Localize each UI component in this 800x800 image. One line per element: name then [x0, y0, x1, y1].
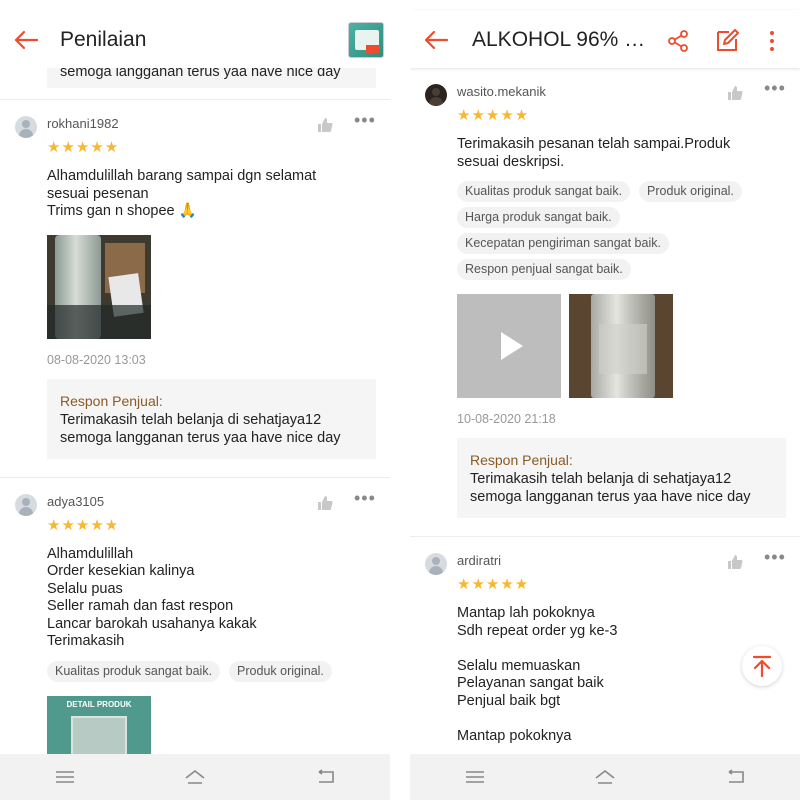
seller-reply-text: Terimakasih telah belanja di sehatjaya12… [60, 411, 341, 446]
page-title: Penilaian [60, 28, 147, 51]
partial-review: semoga langganan terus yaa have nice day [0, 68, 390, 100]
system-nav-bar [0, 754, 390, 800]
review-tag: Kecepatan pengiriman sangat baik. [457, 233, 669, 254]
status-bar [0, 0, 390, 10]
seller-reply-label: Respon Penjual: [60, 392, 163, 409]
review-photo[interactable] [47, 234, 151, 339]
review-media [47, 234, 376, 339]
thumbs-up-icon[interactable] [726, 553, 744, 571]
share-icon[interactable] [665, 28, 691, 54]
system-nav-bar [410, 754, 800, 800]
review-date: 10-08-2020 21:18 [457, 412, 556, 426]
star-rating: ★★★★★ [457, 107, 530, 124]
review-tag: Harga produk sangat baik. [457, 207, 620, 228]
review-tag: Produk original. [229, 660, 332, 682]
product-thumbnail[interactable] [348, 22, 384, 58]
seller-reply-box: Respon Penjual: Terimakasih telah belanj… [457, 438, 786, 518]
review-media: DETAIL PRODUK [47, 695, 376, 754]
back-arrow-icon[interactable] [420, 24, 452, 56]
reviews-list[interactable]: semoga langganan terus yaa have nice day… [0, 68, 390, 754]
back-arrow-icon[interactable] [10, 24, 42, 56]
scroll-to-top-icon [752, 655, 772, 678]
star-rating: ★★★★★ [47, 516, 120, 534]
review-tag: Kualitas produk sangat baik. [47, 660, 221, 682]
review-text: Alhamdulillah Order kesekian kalinya Sel… [47, 545, 257, 650]
home-icon[interactable] [585, 762, 625, 792]
home-icon[interactable] [175, 762, 215, 792]
scroll-to-top-button[interactable] [742, 646, 782, 686]
review-photo[interactable] [569, 294, 673, 398]
seller-reply-box: Respon Penjual: Terimakasih telah belanj… [47, 378, 376, 459]
more-vertical-icon[interactable] [762, 28, 782, 54]
review-item: wasito.mekanik ••• ★★★★★ Terimakasih pes… [410, 68, 800, 537]
review-tags: Kualitas produk sangat baik. Produk orig… [457, 181, 786, 280]
review-tag: Respon penjual sangat baik. [457, 259, 631, 280]
left-screen: Penilaian semoga langganan terus yaa hav… [0, 0, 390, 800]
avatar[interactable] [15, 116, 37, 138]
review-tag: Kualitas produk sangat baik. [457, 181, 631, 202]
review-photo[interactable]: DETAIL PRODUK [47, 695, 151, 754]
photo-caption: DETAIL PRODUK [66, 699, 132, 709]
review-tags: Kualitas produk sangat baik. Produk orig… [47, 660, 376, 682]
seller-reply-label: Respon Penjual: [470, 452, 573, 468]
seller-reply-box: semoga langganan terus yaa have nice day [47, 68, 376, 88]
more-horizontal-icon[interactable]: ••• [764, 548, 786, 568]
review-text: Terimakasih pesanan telah sampai.Produk … [457, 136, 731, 170]
review-date: 08-08-2020 13:03 [47, 352, 146, 367]
edit-icon[interactable] [714, 28, 740, 54]
avatar[interactable] [15, 493, 37, 516]
review-item: adya3105 ••• ★★★★★ Alhamdulillah Order k… [0, 478, 390, 754]
menu-icon[interactable] [455, 762, 495, 792]
star-rating: ★★★★★ [47, 139, 120, 156]
review-tag: Produk original. [639, 181, 742, 202]
status-bar [410, 0, 800, 10]
thumbs-up-icon[interactable] [316, 116, 334, 134]
review-video[interactable] [457, 294, 561, 398]
thumbs-up-icon[interactable] [316, 494, 334, 512]
more-horizontal-icon[interactable]: ••• [764, 79, 786, 99]
review-media [457, 294, 786, 398]
avatar[interactable] [425, 553, 447, 575]
back-nav-icon[interactable] [715, 762, 755, 792]
seller-reply-text: semoga langganan terus yaa have nice day [60, 68, 341, 80]
star-rating: ★★★★★ [457, 576, 530, 593]
right-screen: ALKOHOL 96% 1... wasito.mekanik ••• ★★★★… [410, 0, 800, 800]
review-text: Alhamdulillah barang sampai dgn selamat … [47, 168, 317, 219]
thumbs-up-icon[interactable] [726, 84, 744, 102]
page-title: ALKOHOL 96% 1... [472, 28, 652, 51]
review-text: Mantap lah pokoknya Sdh repeat order yg … [457, 605, 618, 744]
play-icon[interactable] [457, 294, 561, 398]
seller-reply-text: Terimakasih telah belanja di sehatjaya12… [470, 471, 751, 505]
back-nav-icon[interactable] [305, 762, 345, 792]
avatar[interactable] [425, 84, 447, 106]
more-horizontal-icon[interactable]: ••• [354, 111, 376, 131]
menu-icon[interactable] [45, 762, 85, 792]
review-item: rokhani1982 ••• ★★★★★ Alhamdulillah bara… [0, 100, 390, 478]
more-horizontal-icon[interactable]: ••• [354, 489, 376, 509]
app-bar: ALKOHOL 96% 1... [410, 10, 800, 68]
app-bar: Penilaian [0, 10, 390, 68]
